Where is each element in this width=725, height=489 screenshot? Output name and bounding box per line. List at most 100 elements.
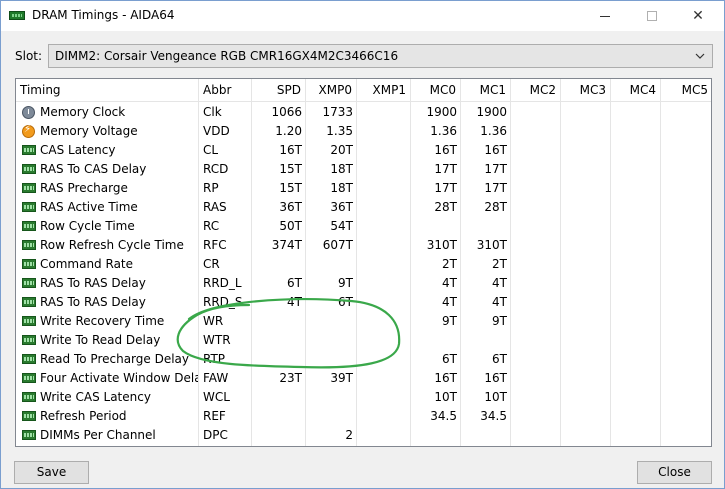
cell-xmp0: 36T	[330, 200, 353, 214]
close-button[interactable]: Close	[637, 461, 712, 484]
column-header-mc1[interactable]: MC1	[461, 79, 511, 102]
column-header-abbr[interactable]: Abbr	[199, 79, 252, 102]
cell-spd: 16T	[279, 143, 302, 157]
column-divider	[460, 102, 461, 446]
cell-xmp0: 607T	[322, 238, 353, 252]
cell-mc0: 17T	[434, 162, 457, 176]
column-divider	[660, 102, 661, 446]
slot-dropdown[interactable]: DIMM2: Corsair Vengeance RGB CMR16GX4M2C…	[48, 44, 713, 68]
close-window-button[interactable]: ✕	[675, 1, 721, 31]
cell-abbr: Clk	[203, 105, 222, 119]
column-header-xmp0[interactable]: XMP0	[306, 79, 357, 102]
cell-mc1: 34.5	[480, 409, 507, 423]
cell-abbr: CL	[203, 143, 219, 157]
table-row[interactable]: Refresh Period REF 34.5 34.5	[16, 407, 711, 426]
table-row[interactable]: Write CAS Latency WCL 10T 10T	[16, 388, 711, 407]
title-bar[interactable]: DRAM Timings - AIDA64 ✕	[1, 1, 724, 31]
cell-xmp1	[357, 369, 411, 388]
column-header-mc4[interactable]: MC4	[611, 79, 661, 102]
cell-mc1: 28T	[484, 200, 507, 214]
table-row[interactable]: RAS To RAS Delay RRD_S 4T 6T 4T 4T	[16, 293, 711, 312]
ram-module-icon	[22, 297, 36, 307]
cell-abbr: RTP	[203, 352, 226, 366]
cell-xmp1	[357, 331, 411, 350]
cell-mc1: 2T	[492, 257, 507, 271]
cell-xmp0: 2	[345, 428, 353, 442]
column-header-mc3[interactable]: MC3	[561, 79, 611, 102]
ram-module-icon	[22, 221, 36, 231]
cell-spd	[252, 331, 306, 350]
timings-table[interactable]: Timing Abbr SPD XMP0 XMP1 MC0 MC1 MC2 MC3 MC4 MC5 …	[15, 78, 712, 447]
cell-timing: Memory Clock	[40, 105, 126, 119]
cell-spd: 6T	[287, 276, 302, 290]
slot-selected-value: DIMM2: Corsair Vengeance RGB CMR16GX4M2C…	[55, 49, 399, 63]
cell-mc0: 4T	[442, 295, 457, 309]
cell-timing: RAS Precharge	[40, 181, 128, 195]
column-header-mc5[interactable]: MC5	[661, 79, 711, 102]
cell-xmp1	[357, 236, 411, 255]
cell-mc1: 10T	[484, 390, 507, 404]
minimize-button[interactable]	[582, 1, 628, 31]
cell-mc0: 34.5	[430, 409, 457, 423]
table-row[interactable]: CAS Latency CL 16T 20T 16T 16T	[16, 141, 711, 160]
column-divider	[251, 102, 252, 446]
cell-timing: DIMMs Per Channel	[40, 428, 156, 442]
column-header-timing[interactable]: Timing	[16, 79, 199, 102]
cell-spd	[252, 255, 306, 274]
column-header-xmp1[interactable]: XMP1	[357, 79, 411, 102]
cell-xmp1	[357, 426, 411, 445]
table-row[interactable]: Command Rate CR 2T 2T	[16, 255, 711, 274]
table-row[interactable]: Memory Voltage VDD 1.20 1.35 1.36 1.36	[16, 122, 711, 141]
cell-abbr: DPC	[203, 428, 228, 442]
column-header-mc2[interactable]: MC2	[511, 79, 561, 102]
maximize-icon	[647, 11, 657, 21]
table-row[interactable]: Write To Read Delay WTR	[16, 331, 711, 350]
cell-xmp0: 9T	[338, 276, 353, 290]
cell-spd: 4T	[287, 295, 302, 309]
cell-xmp1	[357, 103, 411, 122]
cell-xmp0: 18T	[330, 181, 353, 195]
cell-spd	[252, 426, 306, 445]
close-icon: ✕	[692, 8, 704, 24]
column-divider	[510, 102, 511, 446]
save-button[interactable]: Save	[14, 461, 89, 484]
cell-mc0: 16T	[434, 371, 457, 385]
maximize-button	[629, 1, 675, 31]
cell-timing: RAS To RAS Delay	[40, 276, 146, 290]
cell-mc0: 17T	[434, 181, 457, 195]
table-row[interactable]: Four Activate Window Delay FAW 23T 39T 16T 16…	[16, 369, 711, 388]
cell-xmp0: 54T	[330, 219, 353, 233]
table-row[interactable]: RAS Precharge RP 15T 18T 17T 17T	[16, 179, 711, 198]
table-row[interactable]: RAS Active Time RAS 36T 36T 28T 28T	[16, 198, 711, 217]
cell-abbr: RP	[203, 181, 219, 195]
column-divider	[305, 102, 306, 446]
cell-abbr: RRD_S	[203, 295, 243, 309]
cell-spd: 36T	[279, 200, 302, 214]
cell-mc0: 28T	[434, 200, 457, 214]
table-row[interactable]: Read To Precharge Delay RTP 6T 6T	[16, 350, 711, 369]
cell-xmp1	[357, 198, 411, 217]
cell-xmp0: 39T	[330, 371, 353, 385]
cell-mc1: 9T	[492, 314, 507, 328]
cell-mc0: 1.36	[430, 124, 457, 138]
table-row[interactable]: Row Refresh Cycle Time RFC 374T 607T 310T 310…	[16, 236, 711, 255]
table-row[interactable]: RAS To CAS Delay RCD 15T 18T 17T 17T	[16, 160, 711, 179]
cell-abbr: VDD	[203, 124, 230, 138]
table-row[interactable]: DIMMs Per Channel DPC 2	[16, 426, 711, 445]
table-row[interactable]: Row Cycle Time RC 50T 54T	[16, 217, 711, 236]
column-header-mc0[interactable]: MC0	[411, 79, 461, 102]
table-row[interactable]: RAS To RAS Delay RRD_L 6T 9T 4T 4T	[16, 274, 711, 293]
cell-mc0: 310T	[426, 238, 457, 252]
ram-module-icon	[22, 392, 36, 402]
cell-mc0: 10T	[434, 390, 457, 404]
minimize-icon	[600, 16, 610, 17]
cell-spd: 374T	[271, 238, 302, 252]
table-row[interactable]: Write Recovery Time WR 9T 9T	[16, 312, 711, 331]
dram-timings-window: DRAM Timings - AIDA64 ✕ Slot: DIMM2: Cor…	[0, 0, 725, 489]
ram-module-icon	[22, 373, 36, 383]
column-header-spd[interactable]: SPD	[252, 79, 306, 102]
table-row[interactable]: Memory Clock Clk 1066 1733 1900 1900	[16, 103, 711, 122]
table-header: Timing Abbr SPD XMP0 XMP1 MC0 MC1 MC2 MC3 MC4 MC5	[16, 79, 711, 102]
cell-abbr: RRD_L	[203, 276, 242, 290]
cell-abbr: RC	[203, 219, 220, 233]
